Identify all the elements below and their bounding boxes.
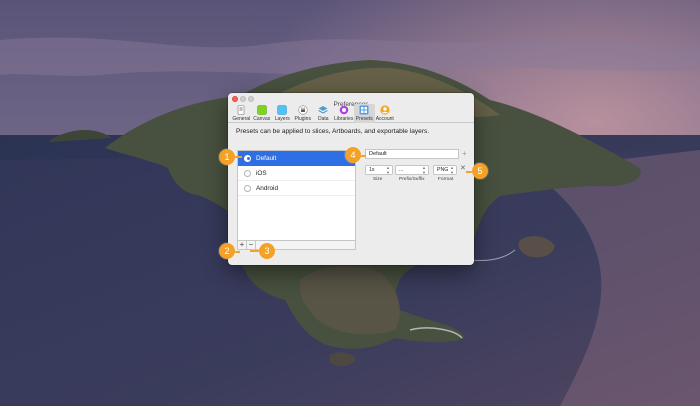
preset-radio[interactable] [244,184,251,192]
presets-icon [359,105,369,115]
preset-radio[interactable] [244,154,251,162]
data-icon [318,106,328,114]
list-footer: + − [237,240,356,250]
callout-badge-1: 1 [219,149,235,165]
preset-item-ios[interactable]: iOS [238,166,355,181]
tab-presets[interactable]: Presets [354,104,375,123]
remove-preset-button[interactable]: − [247,240,256,250]
preset-label: Default [256,154,277,162]
format-value: PNG [437,167,449,173]
size-column-label: Size [373,177,383,182]
callout-connector [234,156,242,158]
preset-item-android[interactable]: Android [238,181,355,196]
tab-label: General [232,116,251,122]
tab-label: Plugins [294,116,311,122]
preset-radio[interactable] [244,169,251,177]
tab-label: Presets [355,116,373,122]
preset-label: iOS [256,169,267,177]
preset-label: Android [256,184,279,192]
tab-data[interactable]: Data [313,104,334,123]
add-export-format-button[interactable]: + [462,149,467,159]
add-preset-button[interactable]: + [238,240,247,250]
size-select[interactable]: 1x ▲ ▼ [365,165,393,175]
tab-general[interactable]: General [231,104,252,123]
preset-name-field[interactable]: Default [365,149,459,159]
prefix-suffix-column-label: Prefix/Suffix [399,177,425,182]
stepper-arrows-icon: ▲ ▼ [450,165,454,175]
presets-list: Default iOS Android [237,150,356,241]
preset-item-default[interactable]: Default [238,151,355,166]
tab-layers[interactable]: Layers [272,104,293,123]
tab-label: Libraries [334,116,354,122]
format-column-label: Format [438,177,454,182]
size-value: 1x [369,167,375,173]
general-icon [237,105,245,115]
presets-description: Presets can be applied to slices, Artboa… [236,128,430,135]
tab-label: Canvas [253,116,271,122]
callout-badge-5: 5 [472,163,488,179]
callout-badge-4: 4 [345,147,361,163]
tab-label: Layers [274,116,290,122]
tab-label: Account [375,116,394,122]
tab-account[interactable]: Account [375,104,396,123]
tab-plugins[interactable]: Plugins [293,104,314,123]
minimize-window-button[interactable] [240,96,246,102]
callout-badge-3: 3 [259,243,275,259]
format-select[interactable]: PNG ▲ ▼ [433,165,457,175]
account-icon [380,105,390,115]
canvas-icon [257,105,267,115]
libraries-icon [339,105,349,115]
stepper-arrows-icon: ▲ ▼ [422,165,426,175]
prefix-suffix-value: ... [399,167,404,173]
remove-export-format-button[interactable]: ✕ [460,164,466,174]
tab-canvas[interactable]: Canvas [252,104,273,123]
prefix-suffix-select[interactable]: ... ▲ ▼ [395,165,429,175]
close-window-button[interactable] [232,96,238,102]
callout-connector [250,250,259,252]
callout-badge-2: 2 [219,243,235,259]
preferences-window: Preferences General Canvas Layers Plugin… [228,93,474,265]
layers-icon [277,105,287,115]
plug-icon [298,105,308,115]
tab-label: Data [317,116,329,122]
preferences-toolbar: General Canvas Layers Plugins Data Libra… [228,104,474,123]
zoom-window-button[interactable] [248,96,254,102]
stepper-arrows-icon: ▲ ▼ [386,165,390,175]
tab-libraries[interactable]: Libraries [334,104,355,123]
